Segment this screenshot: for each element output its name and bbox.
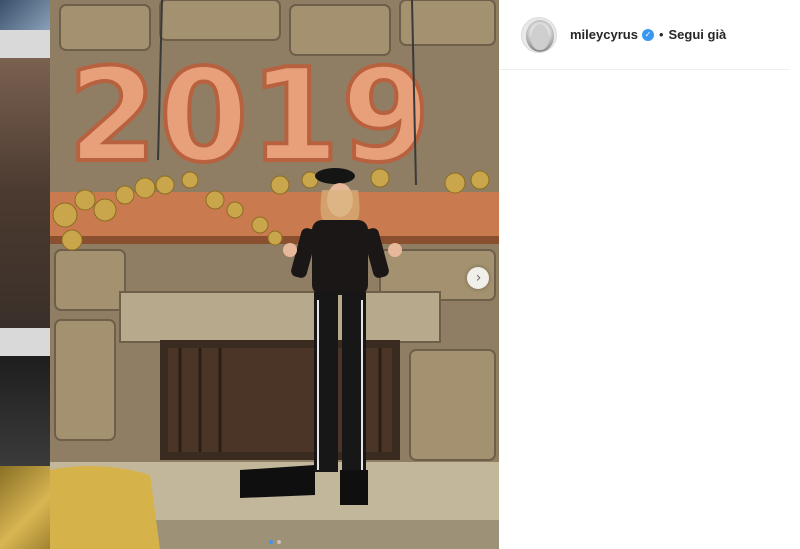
carousel-dot-active bbox=[268, 540, 273, 544]
avatar[interactable] bbox=[521, 16, 557, 53]
balloon-2019-text: 2019 bbox=[68, 42, 432, 191]
post-side-panel: mileycyrus ✓ • Segui già bbox=[499, 0, 800, 549]
separator-dot: • bbox=[658, 27, 664, 42]
previous-post-background[interactable] bbox=[0, 0, 50, 549]
carousel-next-button[interactable]: › bbox=[467, 267, 489, 289]
following-button[interactable]: Segui già bbox=[669, 27, 727, 42]
username-link[interactable]: mileycyrus bbox=[570, 27, 638, 42]
post-header: mileycyrus ✓ • Segui già bbox=[499, 0, 790, 70]
carousel-indicator bbox=[50, 540, 499, 544]
post-photo[interactable]: 2019 bbox=[50, 0, 499, 549]
photo-illustration: 2019 bbox=[50, 0, 499, 549]
chevron-right-icon: › bbox=[475, 269, 482, 286]
instagram-post-modal: 2019 › mileycyrus ✓ • Segui già bbox=[0, 0, 800, 549]
verified-badge-icon: ✓ bbox=[641, 28, 654, 41]
carousel-dot bbox=[276, 540, 281, 544]
